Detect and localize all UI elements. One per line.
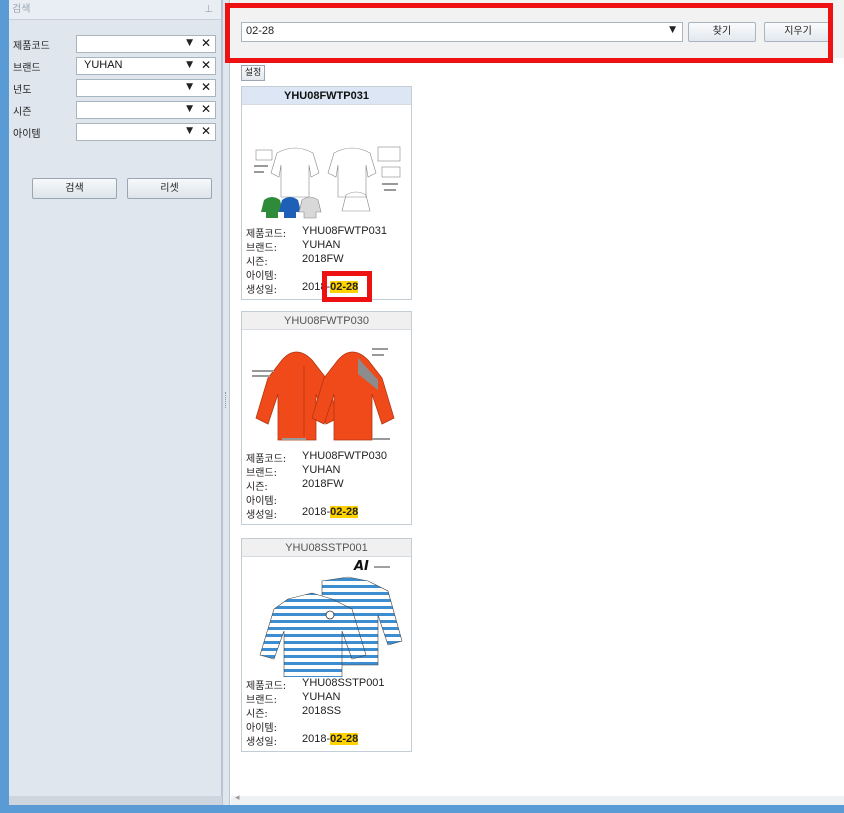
scroll-left-icon[interactable]: ◂ <box>235 793 240 803</box>
horizontal-scrollbar[interactable]: ◂ <box>231 793 844 805</box>
left-scrollbar[interactable] <box>9 796 222 805</box>
reset-button[interactable]: 리셋 <box>127 178 212 199</box>
search-panel-header: 검색 ⊥ <box>9 0 221 20</box>
season-label: 시즌: <box>246 709 268 720</box>
card-title: YHU08FWTP031 <box>242 87 411 105</box>
product-card[interactable]: YHU08SSTP001 AI 제품코드: YHU08SSTP001 브랜드: YU… <box>241 538 412 752</box>
field-label: 시즌 <box>13 107 32 118</box>
chevron-down-icon[interactable]: ▼ <box>186 104 193 114</box>
product-sketch-image <box>242 330 411 450</box>
search-button[interactable]: 검색 <box>32 178 117 199</box>
code-value: YHU08FWTP031 <box>302 225 387 237</box>
chevron-down-icon[interactable]: ▼ <box>186 82 193 92</box>
product-sketch-image: AI <box>242 557 411 680</box>
item-label: 아이템: <box>246 496 277 507</box>
field-value: YUHAN <box>84 59 123 71</box>
pin-icon[interactable]: ⊥ <box>204 0 213 20</box>
clear-icon[interactable]: ✕ <box>201 36 211 50</box>
search-panel-buttons: 검색 리셋 <box>32 178 212 200</box>
field-label: 제품코드 <box>13 41 50 52</box>
clear-icon[interactable]: ✕ <box>201 58 211 72</box>
info-created: 생성일: 2018-02-28 <box>246 733 411 748</box>
info-code: 제품코드: YHU08FWTP031 <box>246 225 411 240</box>
clear-icon[interactable]: ✕ <box>201 124 211 138</box>
season-value: 2018FW <box>302 478 344 490</box>
created-value: 2018-02-28 <box>302 506 359 518</box>
info-brand: 브랜드: YUHAN <box>246 239 411 254</box>
field-label: 아이템 <box>13 129 41 140</box>
code-label: 제품코드: <box>246 229 287 240</box>
item-label: 아이템: <box>246 271 277 282</box>
item-label: 아이템: <box>246 723 277 734</box>
code-label: 제품코드: <box>246 681 287 692</box>
chevron-down-icon[interactable]: ▼ <box>186 60 193 70</box>
info-code: 제품코드: YHU08FWTP030 <box>246 450 411 465</box>
product-card[interactable]: YHU08FWTP030 제품코드: YHU08FWTP030 브랜드: YUHA <box>241 311 412 525</box>
splitter-grip[interactable] <box>225 392 227 408</box>
field-item: 아이템 ▼ ✕ <box>9 122 221 144</box>
item-input[interactable]: ▼ ✕ <box>76 123 216 141</box>
brand-label: 브랜드: <box>246 243 277 254</box>
code-value: YHU08SSTP001 <box>302 677 385 689</box>
info-brand: 브랜드: YUHAN <box>246 691 411 706</box>
card-info: 제품코드: YHU08SSTP001 브랜드: YUHAN 시즌: 2018SS 아이… <box>242 677 411 748</box>
clear-icon[interactable]: ✕ <box>201 80 211 94</box>
created-label: 생성일: <box>246 285 277 296</box>
date-prefix: 2018- <box>302 733 331 745</box>
panel-splitter[interactable] <box>222 0 230 805</box>
results-area: 02-28 ▼ 찾기 지우기 설정 YHU08FWTP031 제품코드: YHU… <box>225 0 844 805</box>
field-label: 브랜드 <box>13 63 41 74</box>
brand-input[interactable]: YUHAN ▼ ✕ <box>76 57 216 75</box>
field-product-code: 제품코드 ▼ ✕ <box>9 34 221 56</box>
clear-icon[interactable]: ✕ <box>201 102 211 116</box>
info-item: 아이템: <box>246 492 411 507</box>
sketch-text: AI <box>353 559 369 574</box>
created-label: 생성일: <box>246 737 277 748</box>
brand-value: YUHAN <box>302 239 341 251</box>
product-code-input[interactable]: ▼ ✕ <box>76 35 216 53</box>
product-card[interactable]: YHU08FWTP031 제품코드: YHU08FWTP031 브랜드: YUH… <box>241 86 412 300</box>
info-season: 시즌: 2018FW <box>246 478 411 493</box>
code-label: 제품코드: <box>246 454 287 465</box>
info-code: 제품코드: YHU08SSTP001 <box>246 677 411 692</box>
brand-value: YUHAN <box>302 464 341 476</box>
field-brand: 브랜드 YUHAN ▼ ✕ <box>9 56 221 78</box>
card-title: YHU08FWTP030 <box>242 312 411 330</box>
brand-value: YUHAN <box>302 691 341 703</box>
search-panel-title: 검색 <box>12 4 31 15</box>
year-input[interactable]: ▼ ✕ <box>76 79 216 97</box>
product-sketch-image <box>242 105 411 225</box>
info-season: 시즌: 2018SS <box>246 705 411 720</box>
info-created: 생성일: 2018-02-28 <box>246 506 411 521</box>
brand-label: 브랜드: <box>246 695 277 706</box>
card-title: YHU08SSTP001 <box>242 539 411 557</box>
field-season: 시즌 ▼ ✕ <box>9 100 221 122</box>
info-brand: 브랜드: YUHAN <box>246 464 411 479</box>
code-value: YHU08FWTP030 <box>302 450 387 462</box>
card-info: 제품코드: YHU08FWTP030 브랜드: YUHAN 시즌: 2018FW 아이… <box>242 450 411 521</box>
chevron-down-icon[interactable]: ▼ <box>186 38 193 48</box>
season-label: 시즌: <box>246 482 268 493</box>
created-value: 2018-02-28 <box>302 733 359 745</box>
season-value: 2018FW <box>302 253 344 265</box>
date-prefix: 2018- <box>302 506 331 518</box>
highlight-box-date <box>322 271 372 302</box>
info-item: 아이템: <box>246 719 411 734</box>
created-label: 생성일: <box>246 510 277 521</box>
chevron-down-icon[interactable]: ▼ <box>186 126 193 136</box>
highlight-box-toolbar <box>225 3 833 63</box>
date-match-highlight: 02-28 <box>330 506 359 518</box>
date-match-highlight: 02-28 <box>330 733 359 745</box>
info-season: 시즌: 2018FW <box>246 253 411 268</box>
search-panel: 검색 ⊥ 제품코드 ▼ ✕ 브랜드 YUHAN ▼ ✕ 년도 ▼ ✕ 시즌 ▼ … <box>9 0 222 805</box>
brand-label: 브랜드: <box>246 468 277 479</box>
field-label: 년도 <box>13 85 32 96</box>
season-value: 2018SS <box>302 705 342 717</box>
season-input[interactable]: ▼ ✕ <box>76 101 216 119</box>
search-fields: 제품코드 ▼ ✕ 브랜드 YUHAN ▼ ✕ 년도 ▼ ✕ 시즌 ▼ ✕ 아이템… <box>9 20 221 144</box>
field-year: 년도 ▼ ✕ <box>9 78 221 100</box>
season-label: 시즌: <box>246 257 268 268</box>
settings-button[interactable]: 설정 <box>241 65 265 81</box>
